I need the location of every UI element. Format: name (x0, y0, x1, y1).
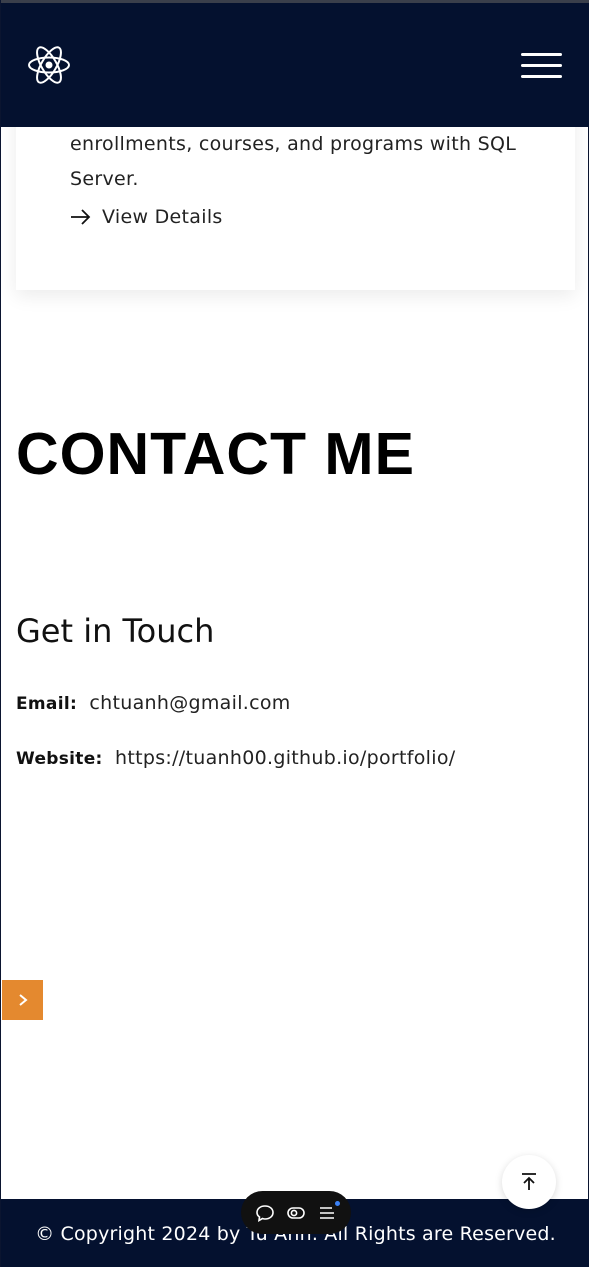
chat-bubble-icon[interactable] (255, 1203, 275, 1223)
list-menu-icon[interactable] (317, 1200, 341, 1223)
email-label: Email: (16, 694, 78, 714)
arrow-up-to-top-icon (522, 1173, 536, 1190)
scroll-to-top-button[interactable] (502, 1155, 556, 1209)
toggle-icon[interactable] (286, 1203, 306, 1223)
project-description: enrollments, courses, and programs with … (70, 133, 517, 190)
arrow-right-icon (71, 209, 91, 225)
email-value[interactable]: chtuanh@gmail.com (89, 692, 290, 714)
side-panel-toggle[interactable] (2, 980, 43, 1020)
notification-dot (335, 1200, 341, 1206)
react-atom-icon[interactable] (27, 45, 71, 85)
project-card: enrollments, courses, and programs with … (16, 100, 575, 290)
chevron-right-icon (18, 994, 28, 1006)
email-row: Email: chtuanh@gmail.com (16, 692, 291, 714)
website-label: Website: (16, 749, 103, 769)
floating-toolbar (241, 1191, 351, 1234)
section-title: CONTACT ME (16, 421, 415, 487)
hamburger-menu-icon[interactable] (521, 53, 562, 81)
website-row: Website: https://tuanh00.github.io/portf… (16, 747, 455, 769)
contact-subtitle: Get in Touch (16, 612, 215, 650)
website-value[interactable]: https://tuanh00.github.io/portfolio/ (115, 747, 455, 769)
view-details-label: View Details (102, 206, 223, 228)
view-details-link[interactable]: View Details (70, 206, 223, 228)
site-header (1, 0, 589, 127)
